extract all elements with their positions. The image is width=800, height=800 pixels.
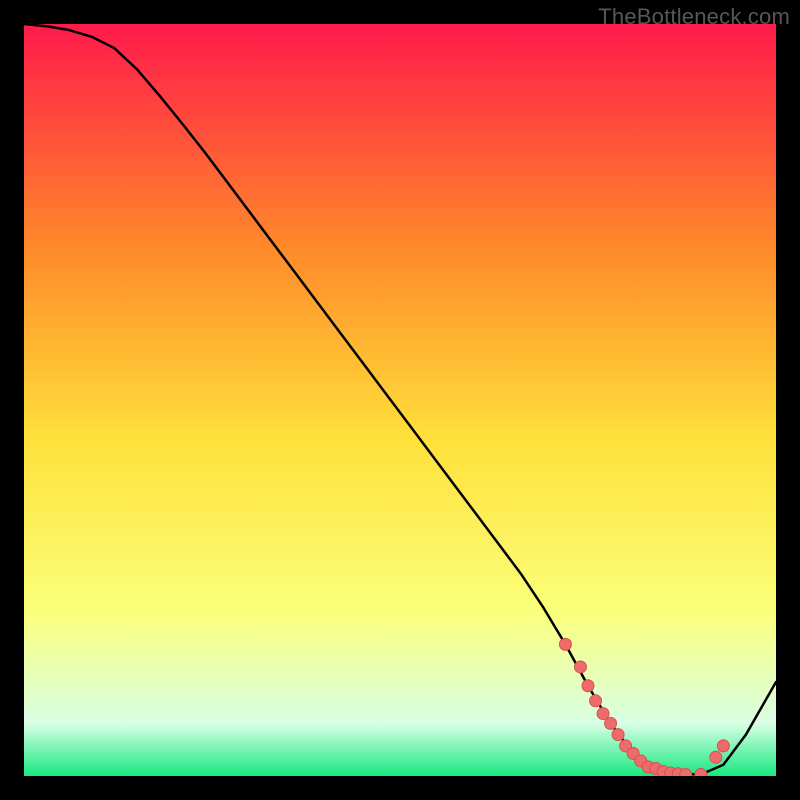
marker-dot — [605, 717, 617, 729]
marker-dot — [582, 680, 594, 692]
marker-dot — [695, 769, 707, 777]
marker-dot — [612, 729, 624, 741]
chart-svg — [24, 24, 776, 776]
marker-dot — [590, 695, 602, 707]
gradient-bg — [24, 24, 776, 776]
marker-dot — [717, 740, 729, 752]
chart-container: TheBottleneck.com — [0, 0, 800, 800]
plot-area — [24, 24, 776, 776]
marker-dot — [559, 638, 571, 650]
marker-dot — [574, 661, 586, 673]
marker-dot — [710, 751, 722, 763]
marker-dot — [680, 769, 692, 777]
